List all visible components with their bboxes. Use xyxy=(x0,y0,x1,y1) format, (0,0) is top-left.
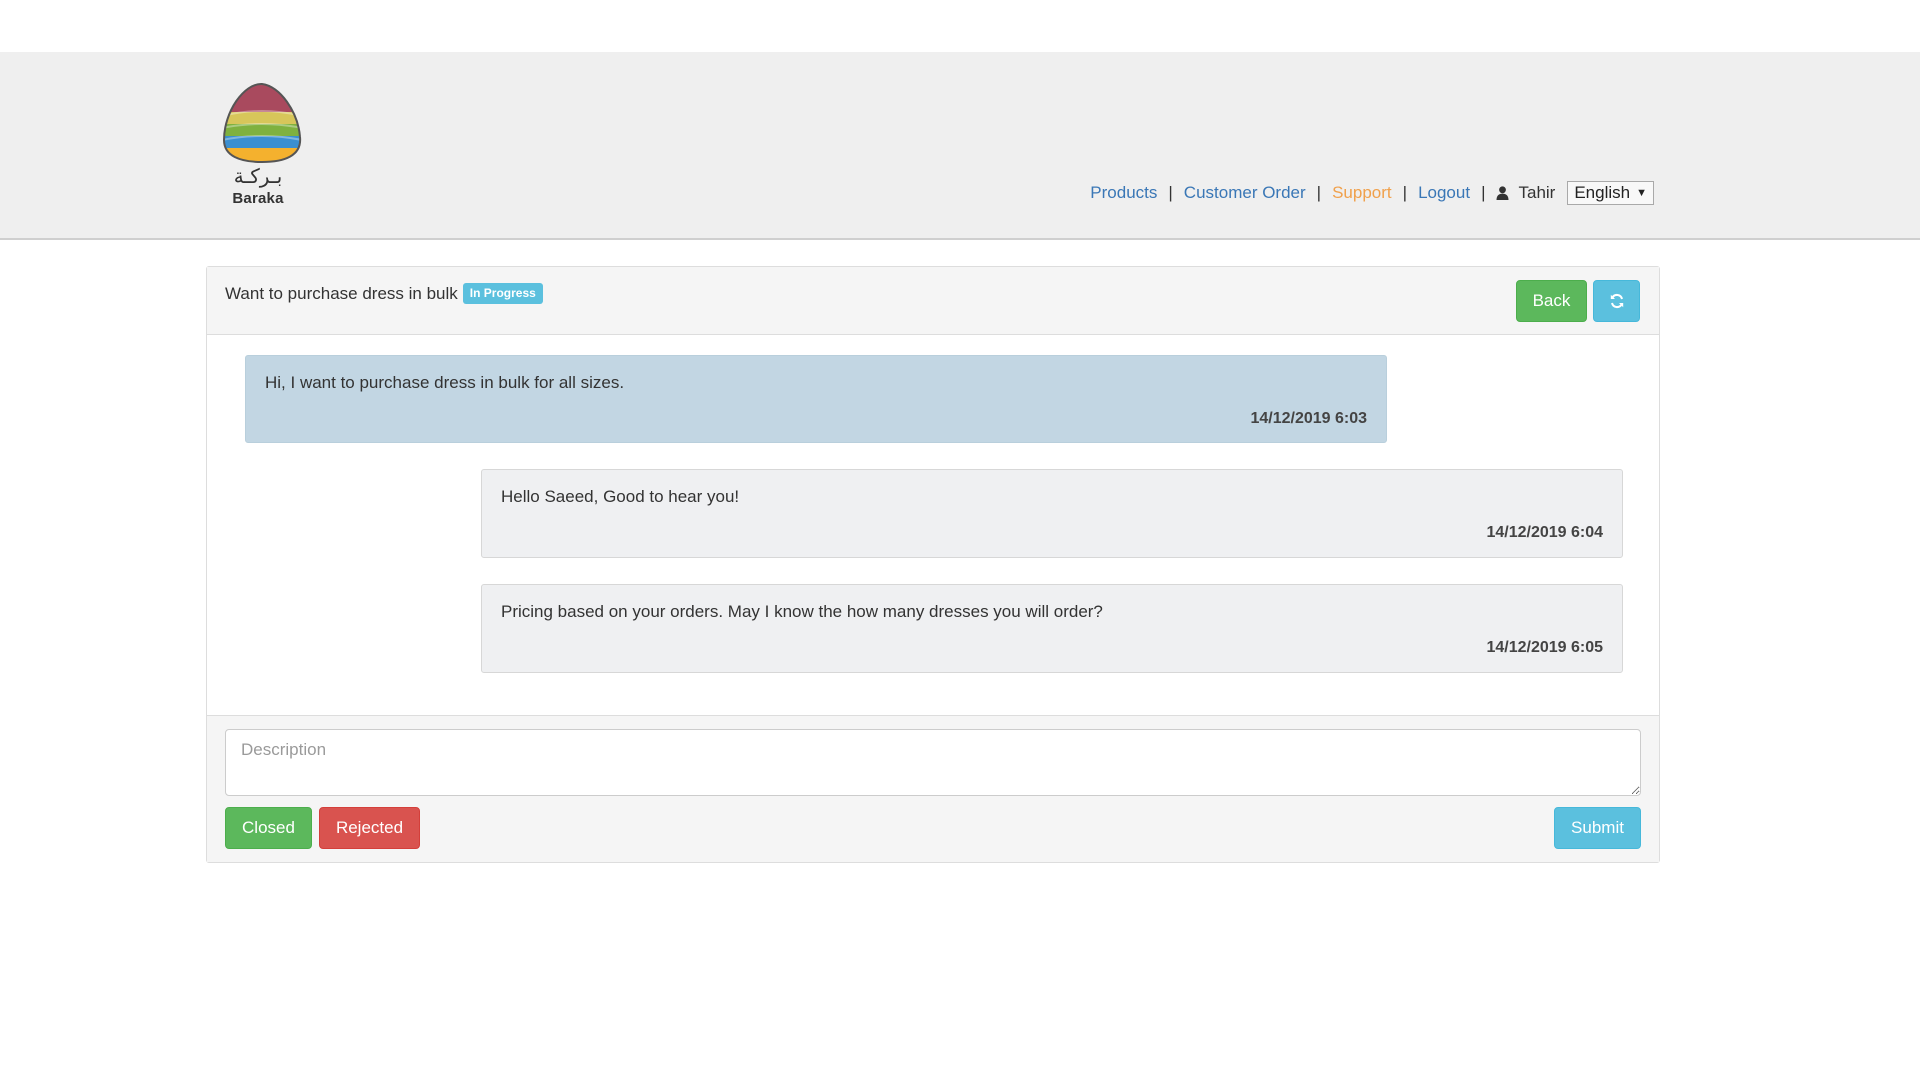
baraka-logo[interactable]: بـركـة Baraka xyxy=(222,82,312,212)
nav-separator: | xyxy=(1402,183,1408,202)
brand-latin-name: Baraka xyxy=(232,190,284,207)
submit-button[interactable]: Submit xyxy=(1554,807,1641,849)
message-timestamp: 14/12/2019 6:04 xyxy=(1486,524,1603,541)
ticket-header: Want to purchase dress in bulk In Progre… xyxy=(207,267,1659,335)
ticket-title: Want to purchase dress in bulk xyxy=(225,283,458,303)
nav-customer-order-link[interactable]: Customer Order xyxy=(1184,183,1306,203)
status-badge: In Progress xyxy=(462,283,543,304)
description-input[interactable] xyxy=(225,729,1641,796)
rejected-button[interactable]: Rejected xyxy=(319,807,420,849)
back-button[interactable]: Back xyxy=(1516,280,1587,322)
message-timestamp: 14/12/2019 6:05 xyxy=(1486,639,1603,656)
brand-arabic-name: بـركـة xyxy=(233,164,283,188)
nav-separator: | xyxy=(1168,183,1173,202)
language-select[interactable]: English ▼ xyxy=(1567,181,1654,205)
refresh-button[interactable] xyxy=(1593,280,1640,322)
current-user: Tahir xyxy=(1496,183,1555,203)
nav-separator: | xyxy=(1481,183,1486,202)
message-incoming: Hi, I want to purchase dress in bulk for… xyxy=(245,355,1387,443)
chevron-down-icon: ▼ xyxy=(1636,187,1647,199)
language-select-value: English xyxy=(1574,183,1631,202)
ticket-panel: Want to purchase dress in bulk In Progre… xyxy=(206,266,1660,863)
site-header: بـركـة Baraka Products | Customer Order … xyxy=(0,52,1920,240)
nav-support-link[interactable]: Support xyxy=(1332,183,1392,203)
refresh-icon xyxy=(1610,293,1623,309)
ticket-title-row: Want to purchase dress in bulk In Progre… xyxy=(225,283,543,304)
top-nav: Products | Customer Order | Support | Lo… xyxy=(1090,179,1654,207)
closed-button[interactable]: Closed xyxy=(225,807,312,849)
reply-footer: Closed Rejected Submit xyxy=(207,715,1659,862)
message-timestamp: 14/12/2019 6:03 xyxy=(1250,410,1367,427)
message-outgoing: Pricing based on your orders. May I know… xyxy=(481,584,1623,673)
user-icon xyxy=(1496,186,1509,200)
message-text: Hi, I want to purchase dress in bulk for… xyxy=(265,373,625,392)
baraka-logo-icon xyxy=(222,82,302,164)
nav-logout-link[interactable]: Logout xyxy=(1418,183,1470,203)
message-text: Pricing based on your orders. May I know… xyxy=(501,602,1103,621)
message-outgoing: Hello Saeed, Good to hear you! 14/12/201… xyxy=(481,469,1623,558)
nav-products-link[interactable]: Products xyxy=(1090,183,1157,203)
nav-separator: | xyxy=(1316,183,1322,202)
message-text: Hello Saeed, Good to hear you! xyxy=(501,487,740,506)
user-name: Tahir xyxy=(1518,183,1556,202)
